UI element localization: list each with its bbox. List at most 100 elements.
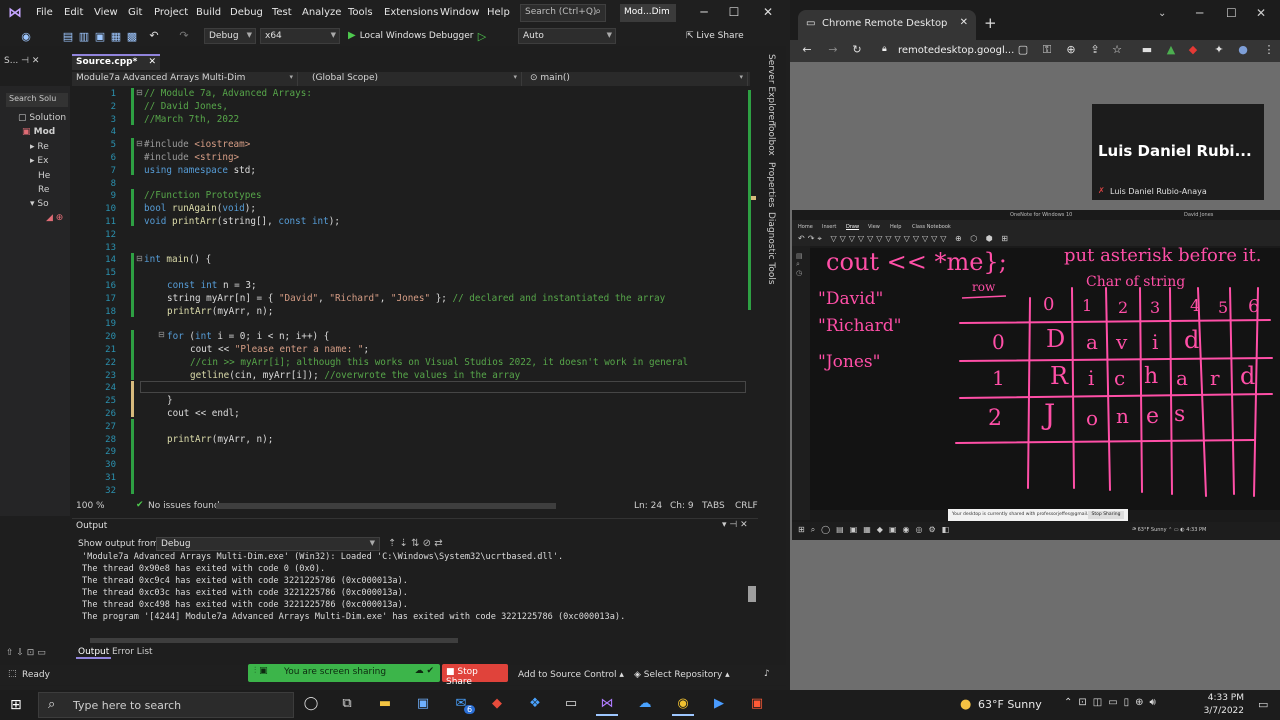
scope-dropdown[interactable]: (Global Scope) ▾	[308, 72, 522, 86]
back-nav-icon[interactable]: ◉	[20, 30, 32, 43]
menu-help[interactable]: Help	[487, 7, 510, 18]
profile-avatar[interactable]: ●	[1236, 43, 1250, 56]
menu-extensions[interactable]: Extensions	[384, 7, 438, 18]
notifications-icon[interactable]: ▭	[1258, 698, 1268, 711]
solution-search-input[interactable]: Search Solu	[6, 93, 68, 107]
menu-file[interactable]: File	[36, 7, 53, 18]
dropbox-icon[interactable]: ❖	[524, 696, 546, 716]
share-icon[interactable]: ⇪	[1088, 43, 1102, 56]
server-explorer-tab[interactable]: Server Explorer	[766, 54, 776, 124]
notification-bell-icon[interactable]: ♪	[764, 669, 770, 679]
onedrive-icon[interactable]: ☁	[634, 696, 656, 716]
output-toolbar-icons[interactable]: ⇡ ⇣ ⇅ ⊘ ⇄	[388, 538, 443, 549]
add-source-control-button[interactable]: Add to Source Control ▴	[518, 670, 624, 680]
onenote-menu-insert[interactable]: Insert	[822, 224, 836, 230]
windows-start-icon[interactable]: ⊞	[10, 697, 22, 713]
close-tab-icon[interactable]: ✕	[148, 57, 156, 67]
share-controls-icon[interactable]: ☁ ✔	[415, 666, 434, 676]
chrome-taskbar-icon[interactable]: ◉	[672, 696, 694, 716]
onenote-pen-tools-icon[interactable]: ↶↷⌖ ▽▽▽▽▽▽▽▽▽▽▽▽▽ ⊕ ⬡ ⬢ ⊞	[798, 234, 1011, 244]
store-icon[interactable]: ▣	[412, 696, 434, 716]
tree-headers[interactable]: He	[38, 171, 50, 181]
panel-options-icon[interactable]: ▾ ⊣ ✕	[722, 520, 748, 530]
onenote-menu-view[interactable]: View	[868, 224, 880, 230]
save-all-icon[interactable]: ▦	[110, 30, 122, 43]
vs-search-input[interactable]: Search (Ctrl+Q) ⌕	[520, 4, 606, 22]
new-tab-icon[interactable]: +	[984, 14, 997, 32]
toolbox-tab[interactable]: Toolbox	[766, 122, 776, 156]
onenote-menu-help[interactable]: Help	[890, 224, 901, 230]
menu-git[interactable]: Git	[128, 7, 142, 18]
clock-date[interactable]: 3/7/2022	[1184, 706, 1244, 716]
tab-error-list[interactable]: Error List	[112, 647, 153, 657]
output-source-dropdown[interactable]: Debug ▼	[156, 537, 380, 551]
maximize-icon[interactable]: ☐	[1226, 6, 1237, 20]
minimize-icon[interactable]: ─	[696, 5, 712, 19]
visual-studio-taskbar-icon[interactable]: ⋈	[596, 696, 618, 716]
save-icon[interactable]: ▣	[94, 30, 106, 43]
project-dropdown[interactable]: Module7a Advanced Arrays Multi-Dim ▾	[72, 72, 298, 86]
issues-status[interactable]: No issues found	[148, 501, 220, 511]
system-tray-icons[interactable]: ⌃⊡◫▭▯⊕🔊︎	[1064, 697, 1162, 708]
onenote-nav-icons[interactable]: ▤ ⌕ ◷	[796, 252, 803, 277]
extension-drive-icon[interactable]: ▲	[1164, 43, 1178, 56]
onenote-menu-home[interactable]: Home	[798, 224, 813, 230]
close-icon[interactable]: ✕	[1256, 6, 1266, 20]
menu-view[interactable]: View	[94, 7, 118, 18]
open-file-icon[interactable]: ▥	[78, 30, 90, 43]
start-without-debug-icon[interactable]: ▷	[476, 30, 488, 43]
collapse-icon[interactable]: ⊟	[136, 139, 143, 148]
zoom-app-icon[interactable]: ▶	[708, 696, 730, 716]
cortana-icon[interactable]: ◯	[300, 696, 322, 716]
key-icon[interactable]: ⚿	[1040, 43, 1054, 57]
close-tab-icon[interactable]: ✕	[960, 17, 968, 28]
onenote-menu-class-notebook[interactable]: Class Notebook	[912, 224, 951, 230]
menu-tools[interactable]: Tools	[348, 7, 373, 18]
bookmark-star-icon[interactable]: ☆	[1110, 43, 1124, 56]
diagnostic-tools-tab[interactable]: Diagnostic Tools	[766, 212, 776, 285]
menu-window[interactable]: Window	[440, 7, 479, 18]
member-dropdown[interactable]: ⊙ main() ▾	[526, 72, 748, 86]
chat-icon[interactable]: ▭	[560, 696, 582, 716]
maximize-icon[interactable]: ☐	[726, 5, 742, 19]
save-copy-icon[interactable]: ▩	[126, 30, 138, 43]
minimize-icon[interactable]: ─	[1196, 6, 1203, 20]
output-hscroll[interactable]	[90, 638, 458, 643]
solution-explorer-tab[interactable]: S... ⊣ ✕	[4, 56, 66, 70]
properties-tab[interactable]: Properties	[766, 162, 776, 207]
stop-sharing-button[interactable]: Stop Sharing	[1088, 511, 1124, 519]
taskbar-search-input[interactable]: Type here to search	[38, 692, 294, 718]
tree-external[interactable]: ▸ Ex	[30, 156, 48, 166]
tree-sources[interactable]: ▾ So	[30, 199, 49, 209]
tab-search-icon[interactable]: ⌄	[1158, 8, 1166, 19]
task-view-icon[interactable]: ⧉	[336, 696, 358, 716]
menu-build[interactable]: Build	[196, 7, 221, 18]
git-app-icon[interactable]: ◆	[486, 696, 508, 716]
line-ending[interactable]: CRLF	[735, 501, 758, 511]
indent-mode[interactable]: TABS	[702, 501, 725, 511]
undo-icon[interactable]: ↶	[148, 29, 160, 42]
zoom-icon[interactable]: ⊕	[1064, 43, 1078, 56]
tree-resources[interactable]: Re	[38, 185, 49, 195]
close-icon[interactable]: ✕	[760, 5, 776, 19]
select-repository-button[interactable]: ◈ Select Repository ▴	[634, 670, 730, 680]
menu-debug[interactable]: Debug	[230, 7, 263, 18]
reload-icon[interactable]: ↻	[850, 43, 864, 56]
tree-references[interactable]: ▸ Re	[30, 142, 49, 152]
tree-solution[interactable]: ▢ Solution	[18, 113, 66, 123]
auto-dropdown[interactable]: Auto ▼	[518, 28, 616, 44]
app-red-icon[interactable]: ▣	[746, 696, 768, 716]
pin-icon[interactable]: ⊣ ✕	[21, 56, 39, 66]
weather-status[interactable]: 63°F Sunny	[978, 698, 1042, 711]
config-dropdown[interactable]: Debug ▼	[204, 28, 256, 44]
remote-taskbar-icons[interactable]: ⊞⌕◯▤▣▦◆▣◉◎⚙◧	[798, 525, 955, 535]
menu-analyze[interactable]: Analyze	[302, 7, 341, 18]
tree-source-file[interactable]: ◢ ⊕	[46, 213, 63, 223]
collapse-icon[interactable]: ⊟	[158, 330, 165, 339]
menu-test[interactable]: Test	[272, 7, 292, 18]
side-pin-icons[interactable]: ⇧ ⇩ ⊡ ▭	[6, 648, 46, 658]
menu-edit[interactable]: Edit	[64, 7, 83, 18]
extensions-puzzle-icon[interactable]: ✦	[1212, 43, 1226, 56]
output-scroll-thumb[interactable]	[748, 586, 756, 602]
clock-time[interactable]: 4:33 PM	[1184, 693, 1244, 703]
